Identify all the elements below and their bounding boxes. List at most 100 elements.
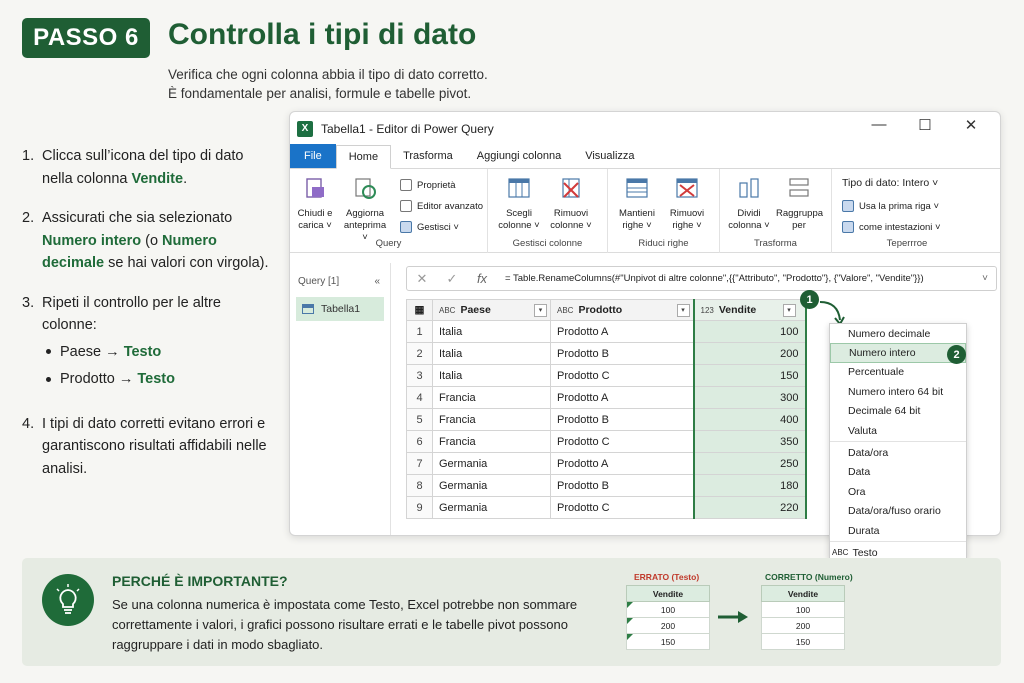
cell-vendite[interactable]: 100 xyxy=(692,320,807,343)
tab-view[interactable]: Visualizza xyxy=(573,144,646,168)
split-column-button[interactable]: Dividi colonna ˅ xyxy=(726,175,772,232)
formula-input[interactable]: = Table.RenameColumns(#"Unpivot di altre… xyxy=(505,273,974,284)
keep-rows-button[interactable]: Mantieni righe ˅ xyxy=(614,175,660,232)
instruction-steps: 1. Clicca sull’icona del tipo di dato ne… xyxy=(22,145,270,497)
subtitle-line-1: Verifica che ogni colonna abbia il tipo … xyxy=(168,67,488,82)
cell-paese[interactable]: Francia xyxy=(432,408,551,431)
info-box: PERCHÉ È IMPORTANTE? Se una colonna nume… xyxy=(22,558,1001,666)
manage-button[interactable]: Gestisci ˅ xyxy=(400,221,459,233)
tab-home[interactable]: Home xyxy=(335,145,392,169)
cell-prodotto[interactable]: Prodotto B xyxy=(550,408,694,431)
cell-prodotto[interactable]: Prodotto B xyxy=(550,342,694,365)
first-row-headers-button[interactable]: Usa la prima riga ˅ xyxy=(842,200,939,212)
tab-file[interactable]: File xyxy=(290,144,336,168)
minimize-icon[interactable]: — xyxy=(856,116,902,134)
menu-item[interactable]: Data/ora/fuso orario xyxy=(830,502,966,521)
tab-add-column[interactable]: Aggiungi colonna xyxy=(465,144,573,168)
menu-item[interactable]: Numero intero xyxy=(830,343,966,363)
collapse-icon[interactable]: « xyxy=(374,276,380,287)
table-row[interactable]: 1 Italia Prodotto A 100 xyxy=(406,320,807,343)
column-header-vendite[interactable]: 123 Vendite ▾ xyxy=(692,299,807,321)
data-type-dropdown[interactable]: Tipo di dato: Intero ˅ xyxy=(842,177,938,189)
menu-item[interactable]: Data xyxy=(830,463,966,482)
cell-paese[interactable]: Germania xyxy=(432,452,551,475)
table-row[interactable]: 7 Germania Prodotto A 250 xyxy=(406,452,807,475)
cell-paese[interactable]: Francia xyxy=(432,430,551,453)
cell-paese[interactable]: Italia xyxy=(432,320,551,343)
table-row[interactable]: 9 Germania Prodotto C 220 xyxy=(406,496,807,519)
menu-item[interactable]: Data/ora xyxy=(830,443,966,462)
menu-item[interactable]: Ora xyxy=(830,482,966,501)
filter-dropdown-icon[interactable]: ▾ xyxy=(782,303,796,317)
column-name: Paese xyxy=(460,304,491,316)
filter-dropdown-icon[interactable]: ▾ xyxy=(534,303,547,317)
cell-vendite[interactable]: 180 xyxy=(692,474,807,497)
close-icon[interactable]: ✕ xyxy=(948,116,994,134)
cell-vendite[interactable]: 350 xyxy=(692,430,807,453)
menu-item[interactable]: Numero intero 64 bit xyxy=(830,382,966,401)
table-menu-icon[interactable]: ▦ xyxy=(406,299,433,321)
group-by-button[interactable]: Raggruppa per xyxy=(776,175,823,232)
table-row[interactable]: 8 Germania Prodotto B 180 xyxy=(406,474,807,497)
refresh-preview-button[interactable]: Aggiorna anteprima ˅ xyxy=(342,175,388,244)
column-type-icon[interactable]: ABC xyxy=(557,306,573,315)
menu-item[interactable]: Percentuale xyxy=(830,363,966,382)
cell-vendite[interactable]: 150 xyxy=(692,364,807,387)
cell-prodotto[interactable]: Prodotto C xyxy=(550,496,694,519)
table-row[interactable]: 2 Italia Prodotto B 200 xyxy=(406,342,807,365)
menu-item[interactable]: Decimale 64 bit xyxy=(830,402,966,421)
right-example-label: CORRETTO (Numero) xyxy=(765,572,853,582)
advanced-editor-button[interactable]: Editor avanzato xyxy=(400,200,483,212)
cell-vendite[interactable]: 300 xyxy=(692,386,807,409)
cell-vendite[interactable]: 200 xyxy=(692,342,807,365)
group-label-last: Teperrroe xyxy=(886,238,928,249)
fx-icon[interactable]: fx xyxy=(467,271,497,286)
cell-prodotto[interactable]: Prodotto C xyxy=(550,364,694,387)
chevron-down-icon[interactable]: ˅ xyxy=(974,273,996,284)
properties-button[interactable]: Proprietà xyxy=(400,179,456,191)
cell-paese[interactable]: Germania xyxy=(432,474,551,497)
cell-prodotto[interactable]: Prodotto B xyxy=(550,474,694,497)
step-text-part: se hai valori con virgola). xyxy=(104,255,269,271)
table-row[interactable]: 4 Francia Prodotto A 300 xyxy=(406,386,807,409)
info-title: PERCHÉ È IMPORTANTE? xyxy=(112,573,288,589)
query-item-tabella1[interactable]: Tabella1 xyxy=(296,297,384,321)
cell-vendite[interactable]: 400 xyxy=(692,408,807,431)
column-header-prodotto[interactable]: ABC Prodotto ▾ xyxy=(550,299,694,321)
confirm-formula-icon[interactable]: ✓ xyxy=(437,271,467,287)
cell-prodotto[interactable]: Prodotto A xyxy=(550,386,694,409)
split-column-icon xyxy=(739,178,759,198)
menu-item[interactable]: Durata xyxy=(830,521,966,540)
mini-column-header: Vendite xyxy=(626,585,710,602)
keep-rows-icon xyxy=(626,178,648,198)
cell-prodotto[interactable]: Prodotto C xyxy=(550,430,694,453)
table-row[interactable]: 5 Francia Prodotto B 400 xyxy=(406,408,807,431)
cell-vendite[interactable]: 250 xyxy=(692,452,807,475)
cell-paese[interactable]: Francia xyxy=(432,386,551,409)
menu-item[interactable]: Valuta xyxy=(830,421,966,440)
close-load-button[interactable]: Chiudi e carica ˅ xyxy=(292,175,338,232)
filter-dropdown-icon[interactable]: ▾ xyxy=(676,303,690,317)
table-row[interactable]: 3 Italia Prodotto C 150 xyxy=(406,364,807,387)
step-highlight: Testo xyxy=(123,343,162,360)
column-type-icon[interactable]: ABC xyxy=(439,306,455,315)
as-headers-button[interactable]: come intestazioni ˅ xyxy=(842,221,941,233)
table-icon xyxy=(302,304,314,314)
cell-vendite[interactable]: 220 xyxy=(692,496,807,519)
column-type-icon[interactable]: 123 xyxy=(701,306,714,315)
cell-prodotto[interactable]: Prodotto A xyxy=(550,452,694,475)
remove-columns-button[interactable]: Rimuovi colonne ˅ xyxy=(548,175,594,232)
cell-prodotto[interactable]: Prodotto A xyxy=(550,320,694,343)
tab-transform[interactable]: Trasforma xyxy=(391,144,465,168)
cell-paese[interactable]: Italia xyxy=(432,364,551,387)
cell-paese[interactable]: Germania xyxy=(432,496,551,519)
maximize-icon[interactable]: ☐ xyxy=(902,116,948,134)
table-row[interactable]: 6 Francia Prodotto C 350 xyxy=(406,430,807,453)
remove-rows-button[interactable]: Rimuovi righe ˅ xyxy=(664,175,710,232)
menu-item[interactable]: Numero decimale xyxy=(830,324,966,343)
choose-columns-button[interactable]: Scegli colonne ˅ xyxy=(496,175,542,232)
cell-paese[interactable]: Italia xyxy=(432,342,551,365)
column-header-paese[interactable]: ABC Paese ▾ xyxy=(432,299,551,321)
cancel-formula-icon[interactable]: ✕ xyxy=(407,271,437,287)
remove-columns-label: Rimuovi colonne ˅ xyxy=(550,208,592,231)
